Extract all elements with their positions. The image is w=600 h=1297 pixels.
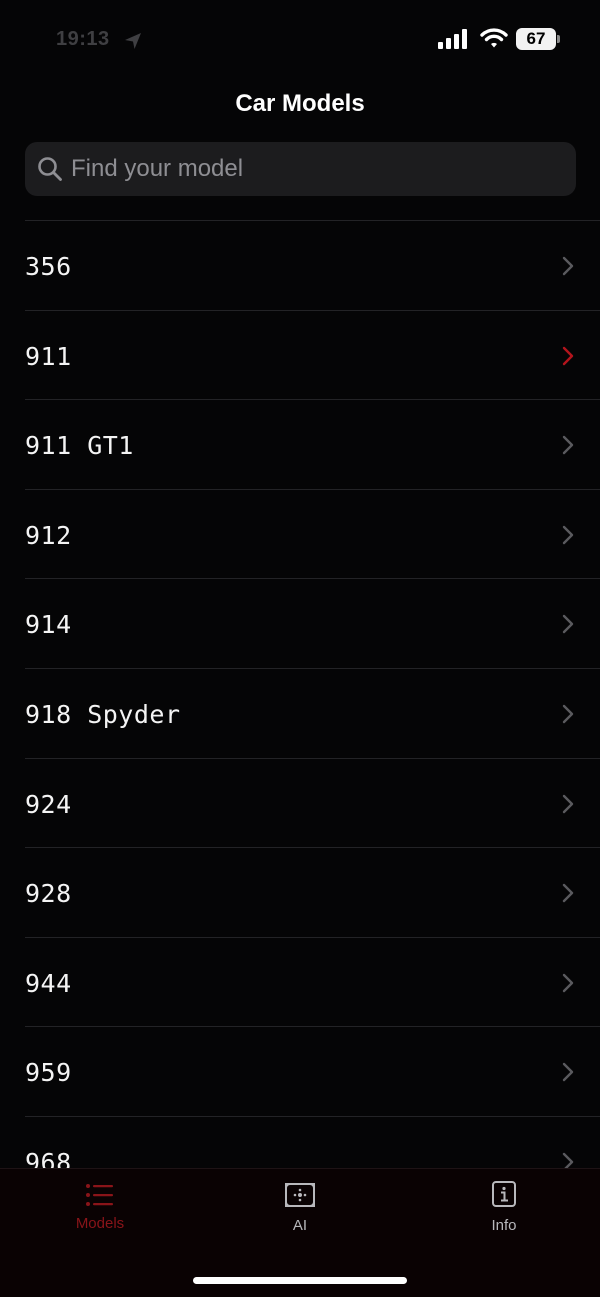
model-label: 959 <box>25 1058 72 1088</box>
model-label: 944 <box>25 968 72 998</box>
tab-label: Info <box>491 1217 517 1234</box>
chevron-right-icon <box>562 1063 574 1082</box>
tab-label: Models <box>75 1215 125 1232</box>
chevron-right-icon <box>562 346 574 365</box>
chevron-right-icon <box>562 435 574 455</box>
tab-label: AI <box>292 1217 308 1234</box>
signal-icon <box>438 29 467 49</box>
chevron-right-icon <box>562 1152 574 1168</box>
page-title: Car Models <box>235 90 365 117</box>
chevron-right-icon <box>562 704 574 724</box>
chevron-right-icon <box>562 973 574 992</box>
list-item[interactable]: 924 <box>25 757 600 848</box>
list-item[interactable]: 356 <box>25 220 600 310</box>
wifi-icon <box>480 28 508 48</box>
model-label: 356 <box>25 252 72 281</box>
tab-info[interactable]: Info <box>404 1169 600 1249</box>
info-icon <box>492 1181 516 1207</box>
model-label: 912 <box>25 520 72 550</box>
chevron-right-icon <box>562 525 574 544</box>
tab-ai[interactable]: AI <box>200 1169 400 1249</box>
list-item[interactable]: 918 Spyder <box>25 667 600 758</box>
location-icon <box>125 33 141 49</box>
home-indicator <box>193 1277 407 1284</box>
tab-models[interactable]: Models <box>0 1169 200 1249</box>
status-bar: 19:13 67 <box>0 0 600 80</box>
list-item[interactable]: 911 <box>25 309 600 400</box>
list-item[interactable]: 928 <box>25 847 600 937</box>
list-item[interactable]: 911 GT1 <box>25 399 600 489</box>
ai-scan-icon <box>285 1183 315 1207</box>
chevron-right-icon <box>562 256 574 276</box>
chevron-right-icon <box>562 615 574 634</box>
model-list: 356 911 911 GT1 912 914 918 Spyder 924 928 944 95… <box>25 220 600 1168</box>
battery-icon: 67 <box>516 28 560 50</box>
search-bar[interactable] <box>25 142 576 196</box>
model-label: 911 GT1 <box>25 431 134 461</box>
list-item[interactable]: 944 <box>25 936 600 1027</box>
model-label: 918 Spyder <box>25 699 181 729</box>
list-item[interactable]: 912 <box>25 488 600 579</box>
list-item[interactable]: 968 <box>25 1115 600 1168</box>
model-label: 924 <box>25 789 72 819</box>
model-label: 914 <box>25 610 72 640</box>
model-label: 968 <box>25 1147 72 1168</box>
search-icon <box>38 157 62 181</box>
model-label: 911 <box>25 341 72 371</box>
status-time: 19:13 <box>56 28 110 50</box>
model-label: 928 <box>25 879 72 909</box>
list-item[interactable]: 959 <box>25 1026 600 1116</box>
chevron-right-icon <box>562 883 574 903</box>
chevron-right-icon <box>562 794 574 813</box>
search-input[interactable] <box>71 142 561 196</box>
list-icon <box>86 1184 113 1206</box>
battery-level: 67 <box>526 29 546 48</box>
list-item[interactable]: 914 <box>25 578 600 668</box>
